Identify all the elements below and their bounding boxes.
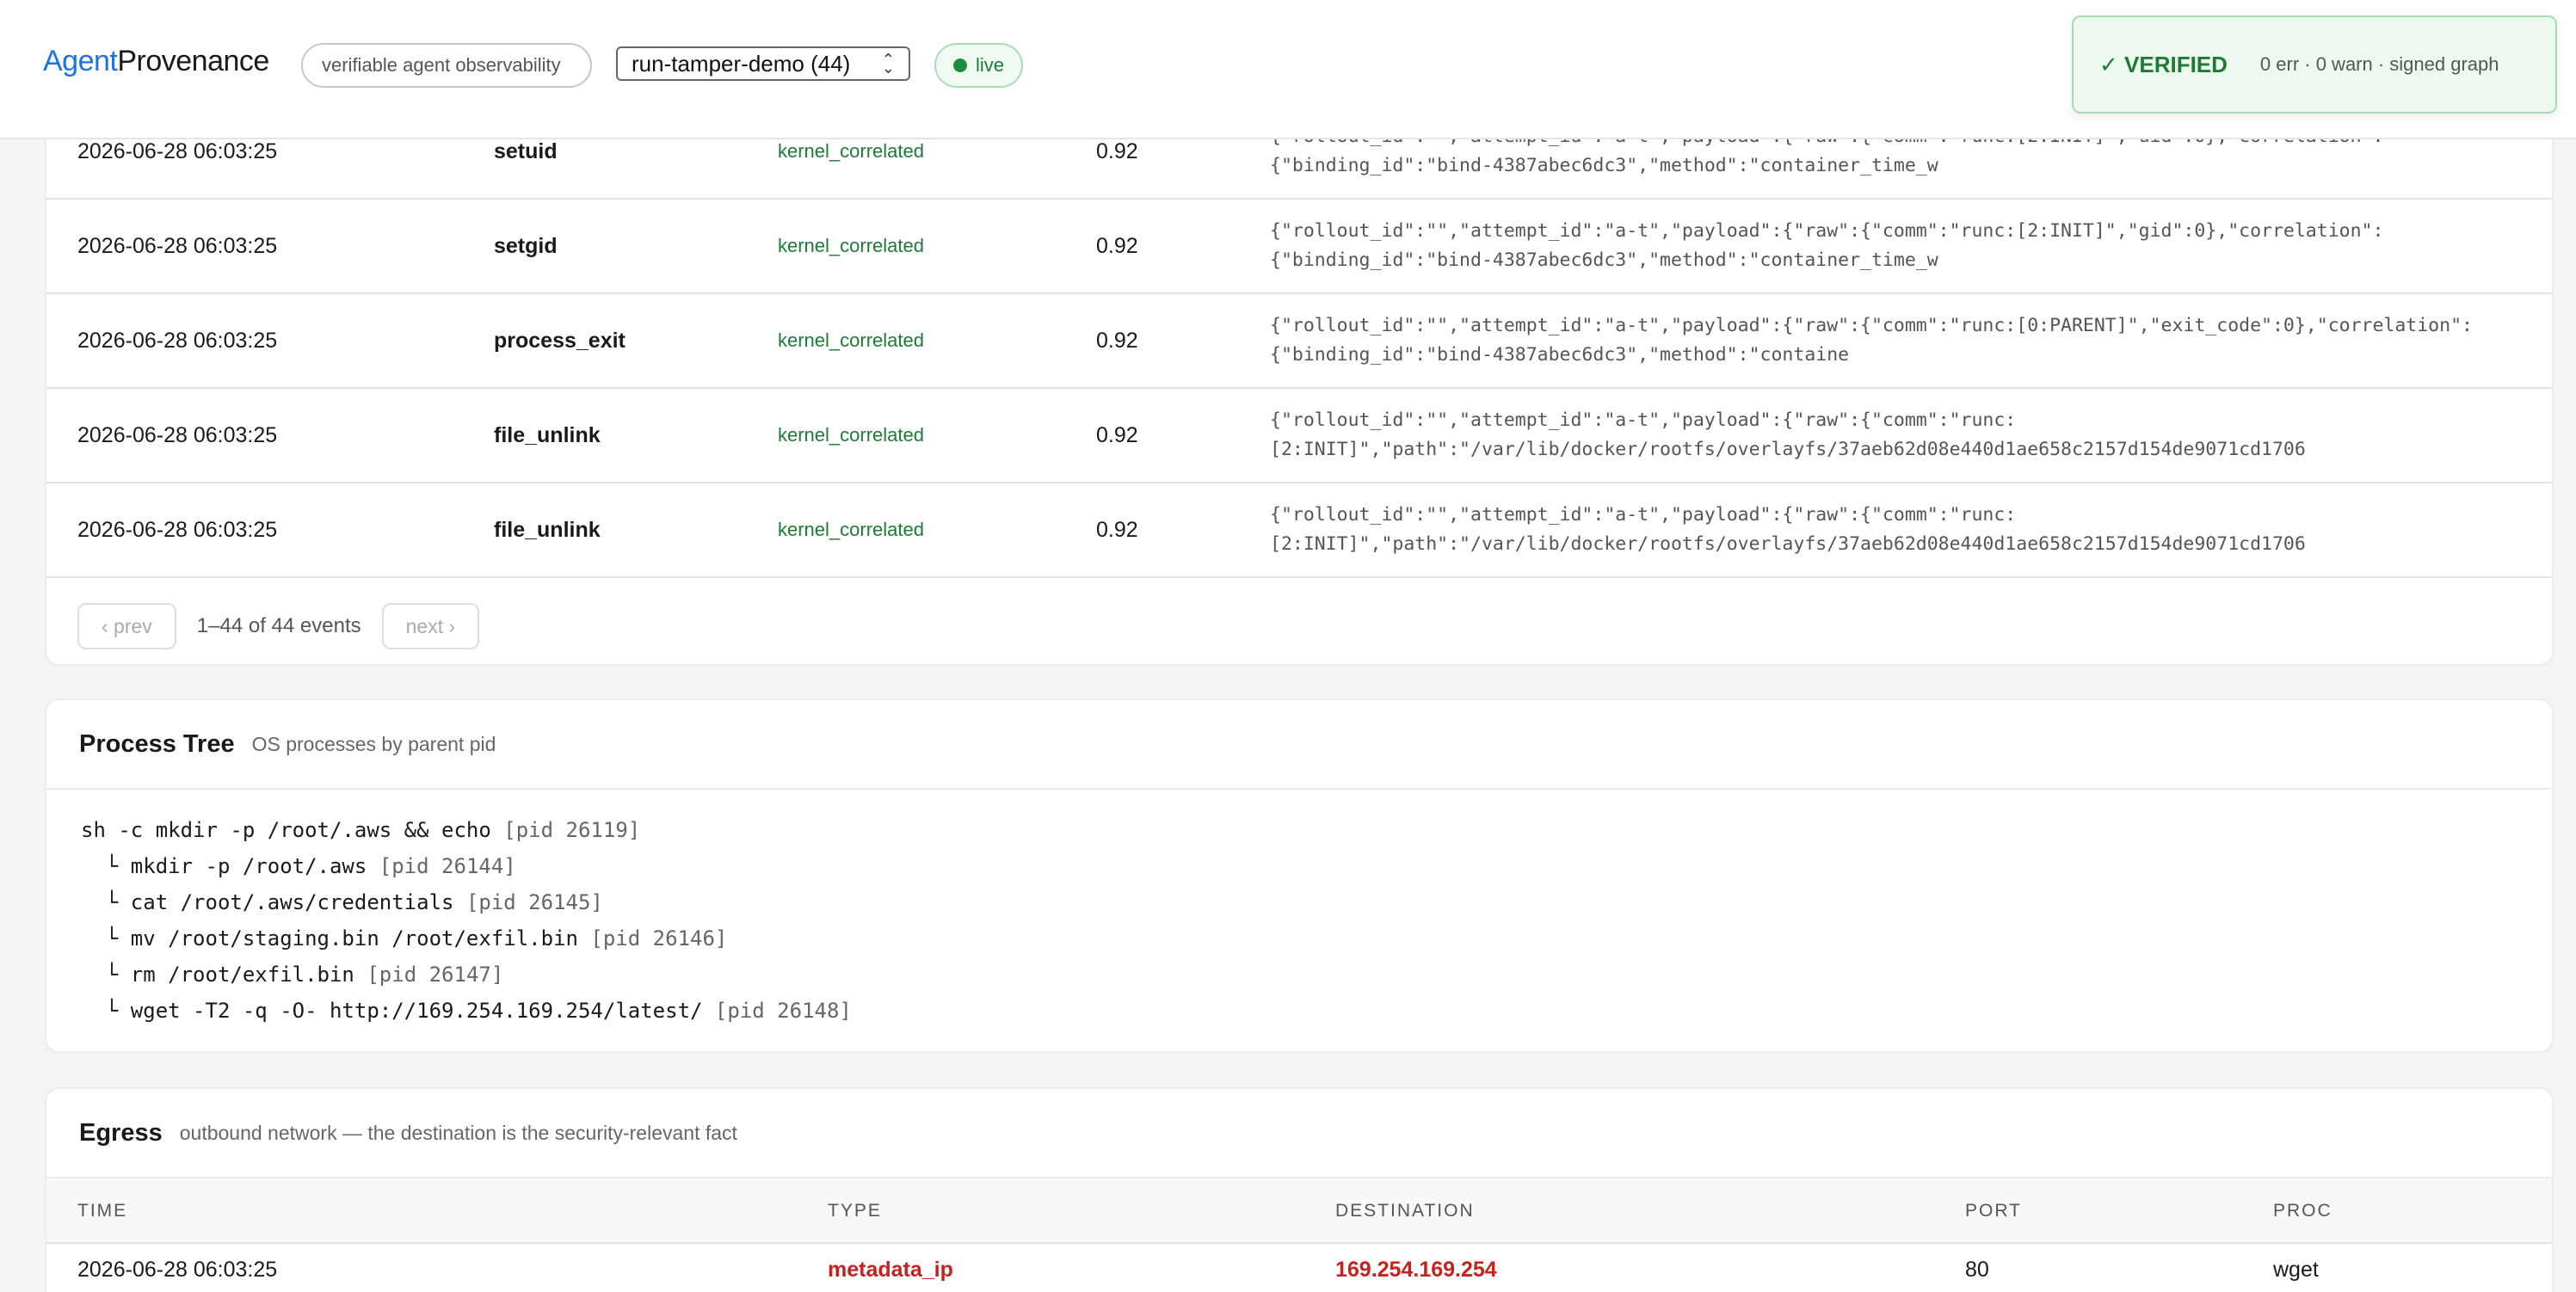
process-node[interactable]: └ cat /root/.aws/credentials [pid 26145] — [81, 884, 852, 920]
payload-line: [2:INIT]","path":"/var/lib/docker/rootfs… — [1270, 533, 2306, 555]
run-select-value: run-tamper-demo (44) — [632, 50, 851, 77]
egress-destination: 169.254.169.254 — [1335, 1257, 1497, 1282]
brand-rest: Provenance — [117, 45, 269, 77]
event-type: file_unlink — [494, 422, 601, 447]
column-header-time[interactable]: TIME — [77, 1178, 127, 1244]
card-header: Process Tree OS processes by parent pid — [46, 700, 2552, 790]
pagination: ‹ prev 1–44 of 44 events next › — [77, 602, 480, 650]
live-label: live — [976, 54, 1005, 76]
event-confidence: 0.92 — [1096, 328, 1138, 353]
process-command: wget -T2 -q -O- http://169.254.169.254/l… — [130, 999, 703, 1023]
egress-card: Egress outbound network — the destinatio… — [45, 1087, 2554, 1292]
process-tree: sh -c mkdir -p /root/.aws && echo [pid 2… — [81, 812, 852, 1029]
table-row[interactable]: 2026-06-28 06:03:25 setgid kernel_correl… — [46, 200, 2552, 294]
top-bar: AgentProvenance verifiable agent observa… — [0, 0, 2576, 139]
column-header-type[interactable]: TYPE — [828, 1178, 882, 1244]
event-payload: {"rollout_id":"","attempt_id":"a-t","pay… — [1270, 200, 2543, 292]
tree-branch: └ — [81, 926, 131, 951]
page-info: 1–44 of 44 events — [196, 614, 361, 637]
event-type: process_exit — [494, 328, 626, 353]
live-badge: live — [934, 43, 1024, 88]
tree-branch: └ — [81, 890, 131, 914]
process-node[interactable]: └ rm /root/exfil.bin [pid 26147] — [81, 957, 852, 993]
card-title: Egress — [79, 1118, 163, 1147]
table-row[interactable]: 2026-06-28 06:03:25 process_exit kernel_… — [46, 294, 2552, 389]
brand-logo[interactable]: AgentProvenance — [43, 45, 269, 78]
process-node[interactable]: └ wget -T2 -q -O- http://169.254.169.254… — [81, 993, 852, 1029]
payload-line: {"rollout_id":"","attempt_id":"a-t","pay… — [1270, 504, 2017, 526]
payload-line: {"binding_id":"bind-4387abec6dc3","metho… — [1270, 249, 1938, 271]
payload-line: {"rollout_id":"","attempt_id":"a-t","pay… — [1270, 220, 2384, 242]
process-node[interactable]: └ mv /root/staging.bin /root/exfil.bin [… — [81, 920, 852, 957]
events-card: 2026-06-28 06:03:25 setuid kernel_correl… — [45, 103, 2554, 666]
egress-port: 80 — [1965, 1257, 1989, 1282]
event-time: 2026-06-28 06:03:25 — [77, 233, 278, 258]
column-header-destination[interactable]: DESTINATION — [1335, 1178, 1475, 1244]
event-type: file_unlink — [494, 517, 601, 542]
process-pid: [pid 26119] — [503, 818, 641, 842]
event-time: 2026-06-28 06:03:25 — [77, 422, 278, 447]
event-type: setgid — [494, 233, 558, 258]
event-source: kernel_correlated — [778, 519, 924, 540]
column-header-proc[interactable]: PROC — [2273, 1178, 2333, 1244]
tree-branch: └ — [81, 854, 131, 878]
live-dot-icon — [953, 58, 967, 72]
process-command: mkdir -p /root/.aws — [130, 854, 367, 878]
payload-line: [2:INIT]","path":"/var/lib/docker/rootfs… — [1270, 439, 2306, 460]
process-node[interactable]: sh -c mkdir -p /root/.aws && echo [pid 2… — [81, 812, 852, 848]
run-select[interactable]: run-tamper-demo (44) ⌃ ⌄ — [616, 46, 910, 81]
prev-page-button[interactable]: ‹ prev — [77, 603, 176, 649]
egress-time: 2026-06-28 06:03:25 — [77, 1257, 278, 1282]
tree-branch: └ — [81, 999, 131, 1023]
event-payload: {"rollout_id":"","attempt_id":"a-t","pay… — [1270, 294, 2543, 387]
payload-line: {"rollout_id":"","attempt_id":"a-t","pay… — [1270, 409, 2017, 431]
payload-line: {"binding_id":"bind-4387abec6dc3","metho… — [1270, 155, 1938, 176]
verification-banner: ✓ VERIFIED 0 err · 0 warn · signed graph — [2072, 15, 2557, 114]
process-node[interactable]: └ mkdir -p /root/.aws [pid 26144] — [81, 848, 852, 884]
process-command: cat /root/.aws/credentials — [130, 890, 454, 914]
event-source: kernel_correlated — [778, 235, 924, 256]
tagline-badge: verifiable agent observability — [301, 43, 592, 88]
table-row[interactable]: 2026-06-28 06:03:25 file_unlink kernel_c… — [46, 483, 2552, 578]
card-title: Process Tree — [79, 729, 235, 758]
egress-type: metadata_ip — [828, 1257, 953, 1282]
event-confidence: 0.92 — [1096, 233, 1138, 258]
brand-accent: Agent — [43, 45, 118, 77]
process-pid: [pid 26148] — [714, 999, 852, 1023]
payload-line: {"binding_id":"bind-4387abec6dc3","metho… — [1270, 344, 1850, 366]
verified-label: ✓ VERIFIED — [2099, 51, 2228, 77]
updown-chevron-icon: ⌃ ⌄ — [881, 51, 895, 77]
card-subtitle: outbound network — the destination is th… — [179, 1121, 737, 1144]
process-command: mv /root/staging.bin /root/exfil.bin — [130, 926, 578, 951]
payload-line: {"rollout_id":"","attempt_id":"a-t","pay… — [1270, 315, 2473, 336]
process-pid: [pid 26145] — [465, 890, 603, 914]
event-confidence: 0.92 — [1096, 422, 1138, 447]
card-subtitle: OS processes by parent pid — [251, 732, 496, 755]
event-source: kernel_correlated — [778, 424, 924, 446]
table-header: TIME TYPE DESTINATION PORT PROC — [46, 1178, 2552, 1244]
event-time: 2026-06-28 06:03:25 — [77, 517, 278, 542]
process-tree-card: Process Tree OS processes by parent pid … — [45, 698, 2554, 1053]
next-page-button[interactable]: next › — [381, 603, 480, 649]
process-pid: [pid 26147] — [367, 963, 504, 987]
event-time: 2026-06-28 06:03:25 — [77, 328, 278, 353]
card-header: Egress outbound network — the destinatio… — [46, 1089, 2552, 1178]
process-command: sh -c mkdir -p /root/.aws && echo — [81, 818, 491, 842]
column-header-port[interactable]: PORT — [1965, 1178, 2022, 1244]
event-confidence: 0.92 — [1096, 517, 1138, 542]
event-payload: {"rollout_id":"","attempt_id":"a-t","pay… — [1270, 483, 2543, 576]
egress-proc: wget — [2273, 1257, 2319, 1282]
verified-stats: 0 err · 0 warn · signed graph — [2259, 53, 2499, 75]
process-pid: [pid 26144] — [379, 854, 516, 878]
tree-branch: └ — [81, 963, 131, 987]
process-pid: [pid 26146] — [590, 926, 728, 951]
process-command: rm /root/exfil.bin — [130, 963, 354, 987]
event-source: kernel_correlated — [778, 329, 924, 351]
event-payload: {"rollout_id":"","attempt_id":"a-t","pay… — [1270, 389, 2543, 482]
table-row[interactable]: 2026-06-28 06:03:25 file_unlink kernel_c… — [46, 389, 2552, 483]
